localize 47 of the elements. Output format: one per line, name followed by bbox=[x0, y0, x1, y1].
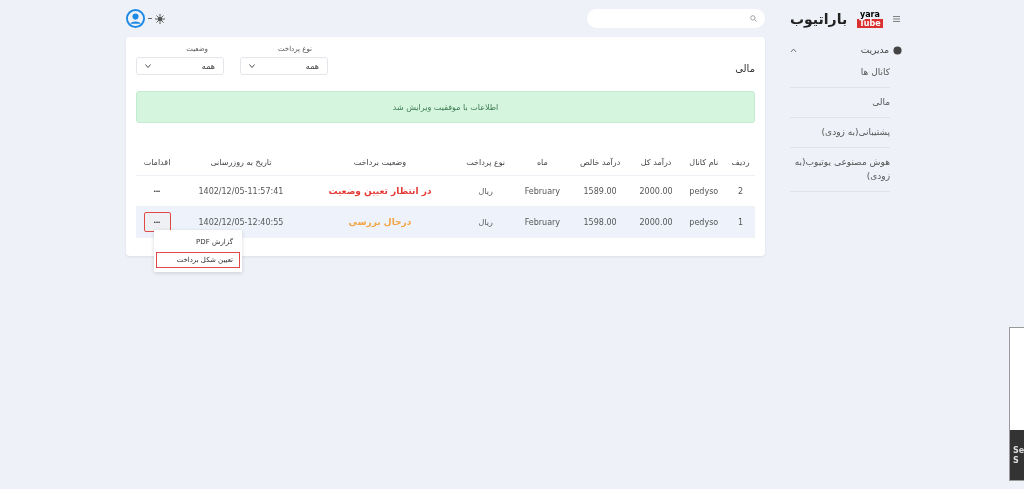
table-cell: 1402/12/05-11:57:41 bbox=[178, 175, 304, 207]
sidebar-section[interactable]: مدیریت bbox=[801, 45, 889, 55]
sidebar-item[interactable]: پشتیبانی(به زودی) bbox=[790, 118, 890, 148]
dashboard-icon bbox=[893, 45, 902, 55]
filter-select[interactable]: همه bbox=[136, 57, 224, 75]
column-header: اقدامات bbox=[136, 149, 179, 176]
sidebar-item[interactable]: مالی bbox=[790, 88, 890, 118]
table-cell: 2000.00 bbox=[630, 206, 682, 238]
column-header: ماه bbox=[515, 149, 570, 176]
sidebar-item[interactable]: هوش مصنوعی یوتیوب(به زودی) bbox=[790, 148, 890, 192]
table-cell: 2000.00 bbox=[630, 175, 682, 207]
table-cell: 1598.00 bbox=[569, 206, 631, 238]
column-header: تاریخ به روزرسانی bbox=[178, 149, 304, 176]
column-header: ردیف bbox=[726, 149, 755, 176]
column-header: نام کانال bbox=[681, 149, 727, 176]
table-cell: 1589.00 bbox=[569, 175, 631, 207]
table-cell: pedyso bbox=[681, 175, 727, 207]
chevron-icon bbox=[249, 64, 255, 68]
chevron-icon bbox=[145, 64, 151, 68]
table-cell: ریال bbox=[456, 175, 516, 207]
brand-name: باراتیوب bbox=[790, 11, 848, 27]
avatar-icon[interactable] bbox=[126, 9, 145, 28]
table-cell: February bbox=[515, 206, 570, 238]
column-header: درآمد خالص bbox=[569, 149, 631, 176]
column-header: نوع پرداخت bbox=[456, 149, 516, 176]
menu-icon[interactable] bbox=[892, 14, 900, 24]
table-cell: 1 bbox=[726, 206, 755, 238]
popup-text: S bbox=[1013, 456, 1020, 466]
page-title: مالی bbox=[735, 63, 755, 74]
chevron-icon[interactable] bbox=[790, 47, 797, 53]
sidebar-item[interactable]: کانال ها bbox=[790, 58, 890, 88]
sun-icon[interactable] bbox=[155, 13, 165, 24]
column-header: وضعیت برداخت bbox=[303, 149, 457, 176]
brand-logo: yara Tube bbox=[857, 10, 883, 28]
popup-text: Se bbox=[1013, 446, 1024, 456]
success-alert: اطلاعات با موفقیت ویرایش شد bbox=[136, 91, 755, 123]
search-field[interactable] bbox=[587, 9, 765, 28]
table-cell: ریال bbox=[456, 206, 516, 238]
caret-icon[interactable] bbox=[148, 17, 152, 20]
status-text: درحال بررسی bbox=[348, 217, 412, 227]
table-cell: pedyso bbox=[681, 206, 727, 238]
column-header: درآمد کل bbox=[630, 149, 682, 176]
table-cell: February bbox=[515, 175, 570, 207]
filter-select[interactable]: همه bbox=[240, 57, 328, 75]
status-text: در انتظار تعیین وضعیت bbox=[328, 186, 432, 196]
search-icon bbox=[750, 15, 757, 22]
table-cell: 2 bbox=[726, 175, 755, 207]
